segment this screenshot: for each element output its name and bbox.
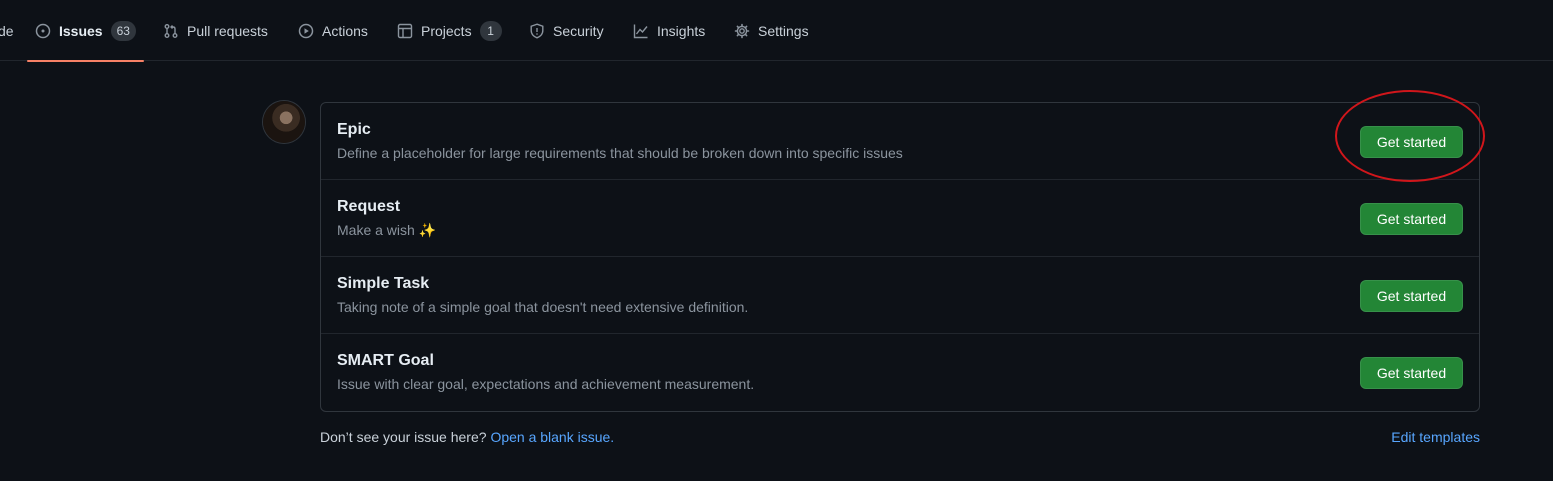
tab-code-label: de [0, 22, 14, 39]
open-blank-issue-link[interactable]: Open a blank issue. [490, 429, 614, 445]
tab-insights-label: Insights [657, 22, 706, 39]
tab-insights[interactable]: Insights [633, 0, 705, 61]
table-icon [397, 23, 413, 38]
tab-security-label: Security [553, 22, 604, 39]
edit-templates-link[interactable]: Edit templates [1391, 429, 1480, 445]
template-title: SMART Goal [337, 352, 434, 369]
projects-count-badge: 1 [479, 20, 502, 41]
tab-actions-label: Actions [322, 22, 368, 39]
get-started-button-simple-task[interactable]: Get started [1360, 280, 1463, 312]
issues-count-badge: 63 [110, 20, 136, 41]
get-started-button-epic[interactable]: Get started [1360, 126, 1463, 158]
shield-icon [530, 22, 544, 39]
template-title: Request [337, 198, 401, 215]
graph-icon [633, 24, 648, 38]
tab-projects[interactable]: Projects 1 [397, 0, 502, 61]
issue-template-list: Epic Define a placeholder for large requ… [320, 102, 1480, 412]
tab-actions[interactable]: Actions [298, 0, 368, 61]
blank-issue-prompt: Don’t see your issue here? Open a blank … [320, 429, 614, 445]
avatar[interactable] [263, 101, 305, 143]
template-row-simple-task: Simple Task Taking note of a simple goal… [321, 257, 1479, 334]
tab-security[interactable]: Security [529, 0, 604, 61]
tab-issues-label: Issues [59, 22, 103, 39]
tab-pull-requests[interactable]: Pull requests [163, 0, 268, 61]
repo-nav: de Issues 63 Pull requests Actions Proje… [0, 0, 1553, 62]
template-description: Define a placeholder for large requireme… [337, 145, 903, 161]
tab-settings-label: Settings [758, 22, 809, 39]
issue-opened-icon [35, 23, 51, 38]
tab-projects-label: Projects [421, 22, 472, 39]
get-started-button-smart-goal[interactable]: Get started [1360, 357, 1463, 389]
tab-settings[interactable]: Settings [734, 0, 809, 61]
play-icon [298, 23, 314, 38]
template-description: Taking note of a simple goal that doesn'… [337, 299, 749, 315]
tab-pull-requests-label: Pull requests [187, 22, 268, 39]
git-pull-request-icon [164, 23, 178, 38]
tab-issues[interactable]: Issues 63 [27, 0, 144, 62]
template-row-smart-goal: SMART Goal Issue with clear goal, expect… [321, 334, 1479, 411]
tab-code-partial[interactable]: de [0, 0, 14, 61]
get-started-button-request[interactable]: Get started [1360, 203, 1463, 235]
template-title: Simple Task [337, 275, 430, 292]
template-title: Epic [337, 121, 371, 138]
template-row-epic: Epic Define a placeholder for large requ… [321, 103, 1479, 180]
template-description: Make a wish ✨ [337, 222, 437, 238]
template-description: Issue with clear goal, expectations and … [337, 376, 755, 392]
gear-icon [734, 23, 750, 38]
template-row-request: Request Make a wish ✨ Get started [321, 180, 1479, 257]
blank-issue-prompt-text: Don’t see your issue here? [320, 429, 487, 445]
